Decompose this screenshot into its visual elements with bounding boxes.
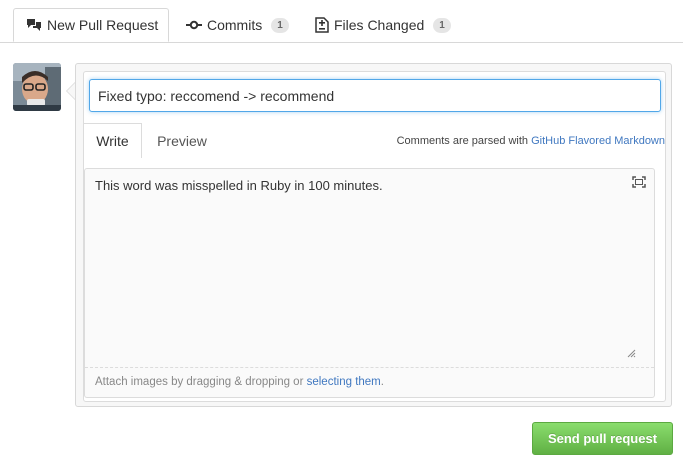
title-input[interactable] bbox=[89, 79, 661, 112]
tab-write[interactable]: Write bbox=[84, 123, 142, 158]
send-pull-request-button[interactable]: Send pull request bbox=[532, 422, 673, 455]
select-files-link[interactable]: selecting them bbox=[307, 376, 381, 388]
attach-note: Attach images by dragging & dropping or … bbox=[95, 376, 384, 388]
tab-files-changed[interactable]: Files Changed 1 bbox=[315, 8, 451, 42]
comment-arrow-inner bbox=[67, 83, 75, 99]
markdown-help-link[interactable]: GitHub Flavored Markdown bbox=[531, 135, 665, 147]
attach-note-text: Attach images by dragging & dropping or bbox=[95, 376, 307, 388]
comment-editor: This word was misspelled in Ruby in 100 … bbox=[84, 168, 655, 398]
comment-body-textarea[interactable]: This word was misspelled in Ruby in 100 … bbox=[85, 169, 654, 367]
files-count-badge: 1 bbox=[433, 17, 451, 33]
avatar[interactable] bbox=[13, 63, 61, 111]
tab-commits[interactable]: Commits 1 bbox=[186, 8, 289, 42]
attach-note-suffix: . bbox=[380, 376, 384, 388]
fullscreen-icon[interactable] bbox=[632, 175, 646, 193]
tab-preview[interactable]: Preview bbox=[145, 123, 219, 158]
pull-request-tabs: New Pull Request Commits 1 Files Changed… bbox=[0, 0, 683, 43]
tab-label: Files Changed bbox=[334, 17, 425, 33]
comment-form-inner: Write Preview Comments are parsed with G… bbox=[83, 71, 666, 402]
file-diff-icon bbox=[315, 17, 329, 33]
tabs-divider bbox=[0, 42, 683, 43]
editor-divider bbox=[85, 367, 654, 368]
markdown-note: Comments are parsed with GitHub Flavored… bbox=[397, 135, 665, 147]
tab-new-pull-request[interactable]: New Pull Request bbox=[13, 8, 169, 42]
comment-discussion-icon bbox=[26, 18, 42, 32]
tab-label: Commits bbox=[207, 17, 263, 33]
pull-request-form: Write Preview Comments are parsed with G… bbox=[75, 63, 672, 407]
tab-label: New Pull Request bbox=[47, 17, 159, 33]
resize-grip-icon[interactable] bbox=[626, 345, 636, 363]
commits-count-badge: 1 bbox=[271, 17, 289, 33]
git-commit-icon bbox=[186, 19, 202, 31]
markdown-note-text: Comments are parsed with bbox=[396, 135, 532, 147]
